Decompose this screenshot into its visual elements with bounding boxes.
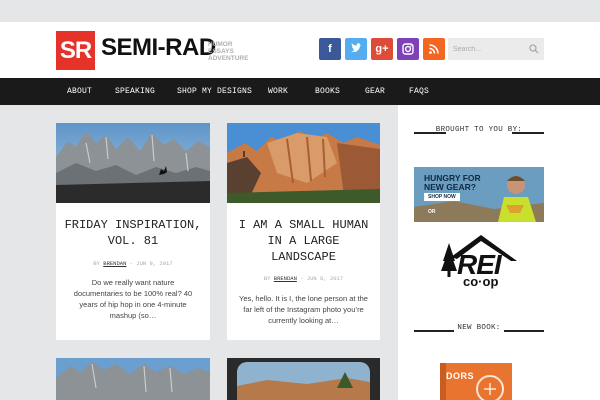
shop-now-button[interactable]: SHOP NOW — [424, 193, 460, 201]
divider — [504, 330, 544, 332]
nav-item-faqs[interactable]: FAQS — [409, 78, 429, 105]
instagram-icon[interactable] — [397, 38, 419, 60]
post-title[interactable]: FRIDAY INSPIRATION, VOL. 81 — [64, 217, 202, 249]
post-author[interactable]: BRENDAN — [274, 275, 297, 282]
new-book-heading: NEW BOOK: — [457, 324, 501, 332]
post-meta: BY BRENDAN - JUN 8, 2017 — [227, 275, 380, 282]
facebook-icon[interactable]: f — [319, 38, 341, 60]
search-input[interactable] — [448, 38, 524, 60]
rss-icon[interactable] — [423, 38, 445, 60]
post-thumbnail[interactable] — [56, 123, 210, 203]
post-thumbnail[interactable] — [56, 358, 210, 400]
book-cover[interactable]: DORS — [440, 363, 512, 400]
nav-item-gear[interactable]: GEAR — [365, 78, 385, 105]
post-date: - JUN 9, 2017 — [129, 260, 173, 267]
tagline-line: ESSAYS — [208, 48, 234, 55]
rei-coop: co·op — [463, 274, 499, 289]
post-card: FRIDAY INSPIRATION, VOL. 81 BY BRENDAN -… — [56, 123, 210, 340]
post-by: BY — [93, 260, 100, 267]
top-strip — [0, 0, 600, 22]
ad-brand-logo: OR — [428, 209, 436, 215]
rei-logo[interactable]: REI co·op — [431, 231, 523, 291]
post-card — [56, 358, 210, 400]
search-box — [448, 38, 544, 60]
post-by: BY — [263, 275, 271, 282]
post-card: I AM A SMALL HUMAN IN A LARGE LANDSCAPE … — [227, 123, 380, 340]
post-card — [227, 358, 380, 400]
search-icon[interactable] — [529, 44, 539, 54]
tagline-line: ADVENTURE — [208, 55, 249, 62]
nav-item-speaking[interactable]: SPEAKING — [115, 78, 155, 105]
post-date: - JUN 8, 2017 — [300, 275, 344, 282]
nav-item-about[interactable]: ABOUT — [67, 78, 92, 105]
post-title[interactable]: I AM A SMALL HUMAN IN A LARGE LANDSCAPE — [235, 217, 372, 265]
nav-item-shop[interactable]: SHOP MY DESIGNS — [177, 78, 252, 105]
post-thumbnail[interactable] — [227, 123, 380, 203]
sponsor-heading: BROUGHT TO YOU BY: — [435, 126, 523, 134]
post-excerpt: Do we really want nature documentaries t… — [73, 278, 193, 320]
nav-item-work[interactable]: WORK — [268, 78, 288, 105]
sidebar: BROUGHT TO YOU BY: HUNGRY FOR NEW GEAR? … — [398, 105, 600, 400]
nav-item-books[interactable]: BOOKS — [315, 78, 340, 105]
logo-mark[interactable]: SR — [56, 31, 95, 70]
sponsor-ad[interactable]: HUNGRY FOR NEW GEAR? SHOP NOW OR — [414, 167, 544, 222]
post-author[interactable]: BRENDAN — [103, 260, 126, 267]
tagline-line: HUMOR — [208, 41, 233, 48]
main-nav: ABOUT SPEAKING SHOP MY DESIGNS WORK BOOK… — [0, 78, 600, 105]
site-tagline: HUMOR ESSAYS ADVENTURE — [208, 41, 248, 62]
divider — [414, 330, 454, 332]
ad-headline: HUNGRY FOR NEW GEAR? — [424, 173, 481, 192]
site-title[interactable]: SEMI-RAD — [101, 34, 216, 62]
twitter-icon[interactable] — [345, 38, 367, 60]
google-plus-icon[interactable]: g+ — [371, 38, 393, 60]
post-excerpt: Yes, hello. It is I, the lone person at … — [239, 294, 368, 325]
book-title-fragment: DORS — [446, 371, 475, 381]
post-thumbnail[interactable] — [227, 358, 380, 400]
site-header: SR SEMI-RAD HUMOR ESSAYS ADVENTURE f g+ — [0, 22, 600, 78]
post-meta: BY BRENDAN - JUN 9, 2017 — [56, 260, 210, 267]
